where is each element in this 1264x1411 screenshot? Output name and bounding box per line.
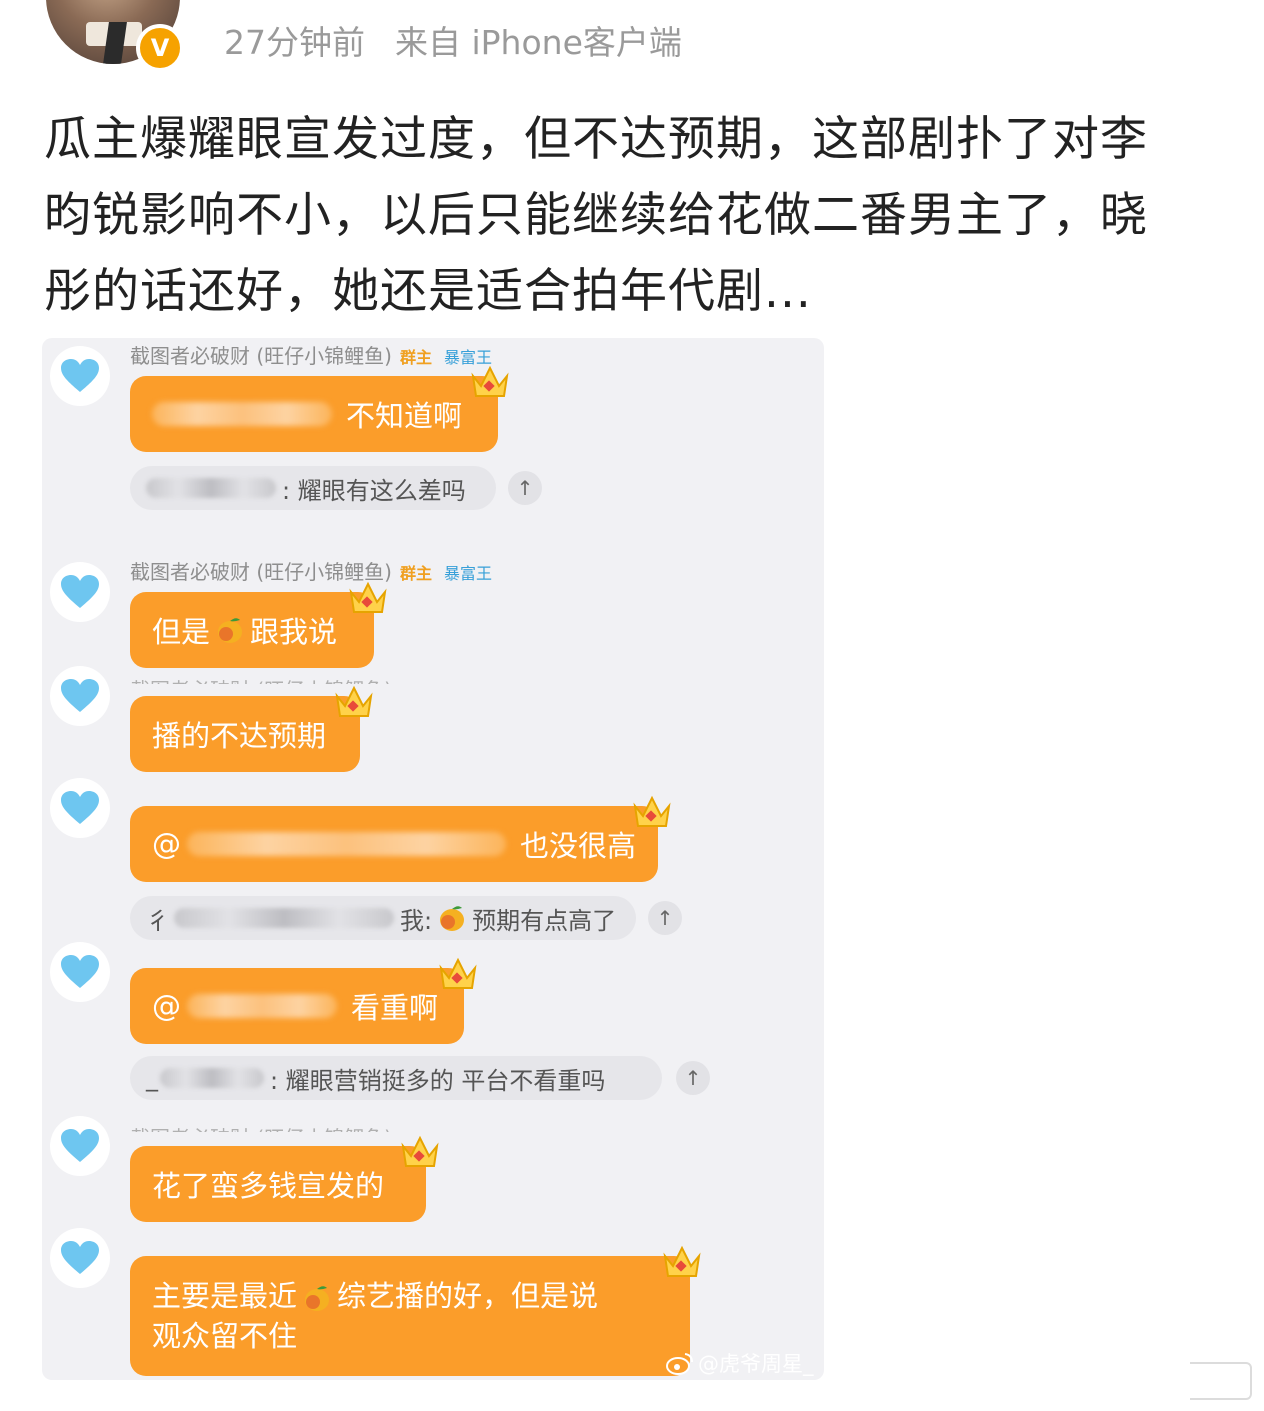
jump-to-quote-button[interactable]: ↑	[648, 901, 682, 935]
heart-avatar-icon	[50, 778, 110, 838]
verified-badge-icon: V	[136, 24, 184, 72]
cropped-sender-name: 截图者必破财 (旺仔小锦鲤鱼)	[130, 1122, 392, 1132]
rich-tag: 暴富王	[443, 564, 492, 583]
message-bubble[interactable]: 不知道啊	[130, 376, 498, 452]
blurred-mention	[187, 994, 337, 1018]
blurred-mention	[152, 402, 332, 426]
crown-icon	[471, 365, 509, 397]
post-line-2: 昀锐影响不小，以后只能继续给花做二番男主了，晓	[44, 188, 1148, 243]
message-bubble[interactable]: @ 也没很高	[130, 806, 658, 882]
post-time: 27分钟前	[224, 23, 365, 62]
image-frame-corner	[1190, 1362, 1252, 1400]
blurred-mention	[187, 832, 506, 856]
message-bubble[interactable]: 播的不达预期	[130, 696, 360, 772]
crown-icon	[401, 1135, 439, 1167]
crown-icon	[663, 1245, 701, 1277]
heart-avatar-icon	[50, 346, 110, 406]
jump-to-quote-button[interactable]: ↑	[508, 471, 542, 505]
chat-screenshot-image[interactable]: 截图者必破财 (旺仔小锦鲤鱼) 群主 暴富王 不知道啊 : 耀眼有这么差吗 ↑ 截图…	[42, 338, 824, 1380]
heart-avatar-icon	[50, 1116, 110, 1176]
quoted-reply[interactable]: : 耀眼有这么差吗	[130, 466, 496, 510]
post-body: 瓜主爆耀眼宣发过度，但不达预期，这部剧扑了对李 昀锐影响不小，以后只能继续给花做…	[44, 102, 1229, 330]
quoted-reply[interactable]: 彳我: 预期有点高了	[130, 896, 636, 940]
cropped-sender-name: 截图者必破财 (旺仔小锦鲤鱼)	[130, 674, 392, 684]
message-bubble[interactable]: @ 看重啊	[130, 968, 464, 1044]
mango-emoji-icon	[218, 618, 243, 643]
post-line-1: 瓜主爆耀眼宣发过度，但不达预期，这部剧扑了对李	[44, 112, 1148, 167]
crown-icon	[439, 957, 477, 989]
message-bubble[interactable]: 主要是最近 综艺播的好，但是说 观众留不住	[130, 1256, 690, 1376]
heart-avatar-icon	[50, 1228, 110, 1288]
message-bubble[interactable]: 花了蛮多钱宣发的	[130, 1146, 426, 1222]
owner-tag: 群主	[399, 348, 432, 367]
post-line-3: 彤的话还好，她还是适合拍年代剧...	[44, 264, 812, 319]
mango-emoji-icon	[440, 906, 465, 931]
heart-avatar-icon	[50, 666, 110, 726]
message-bubble[interactable]: 但是 跟我说	[130, 592, 374, 668]
weibo-logo-icon	[666, 1353, 693, 1375]
post-meta: 27分钟前 来自 iPhone客户端	[224, 16, 682, 64]
sender-name: 截图者必破财 (旺仔小锦鲤鱼) 群主 暴富王	[130, 344, 492, 368]
quoted-reply[interactable]: _: 耀眼营销挺多的 平台不看重吗	[130, 1056, 662, 1100]
jump-to-quote-button[interactable]: ↑	[676, 1061, 710, 1095]
heart-avatar-icon	[50, 562, 110, 622]
owner-tag: 群主	[399, 564, 432, 583]
crown-icon	[349, 581, 387, 613]
weibo-watermark: @虎爷周星_	[666, 1348, 814, 1378]
post-source[interactable]: 来自 iPhone客户端	[395, 23, 682, 62]
heart-avatar-icon	[50, 942, 110, 1002]
crown-icon	[633, 795, 671, 827]
sender-name: 截图者必破财 (旺仔小锦鲤鱼) 群主 暴富王	[130, 560, 492, 584]
mango-emoji-icon	[305, 1286, 330, 1311]
crown-icon	[335, 685, 373, 717]
